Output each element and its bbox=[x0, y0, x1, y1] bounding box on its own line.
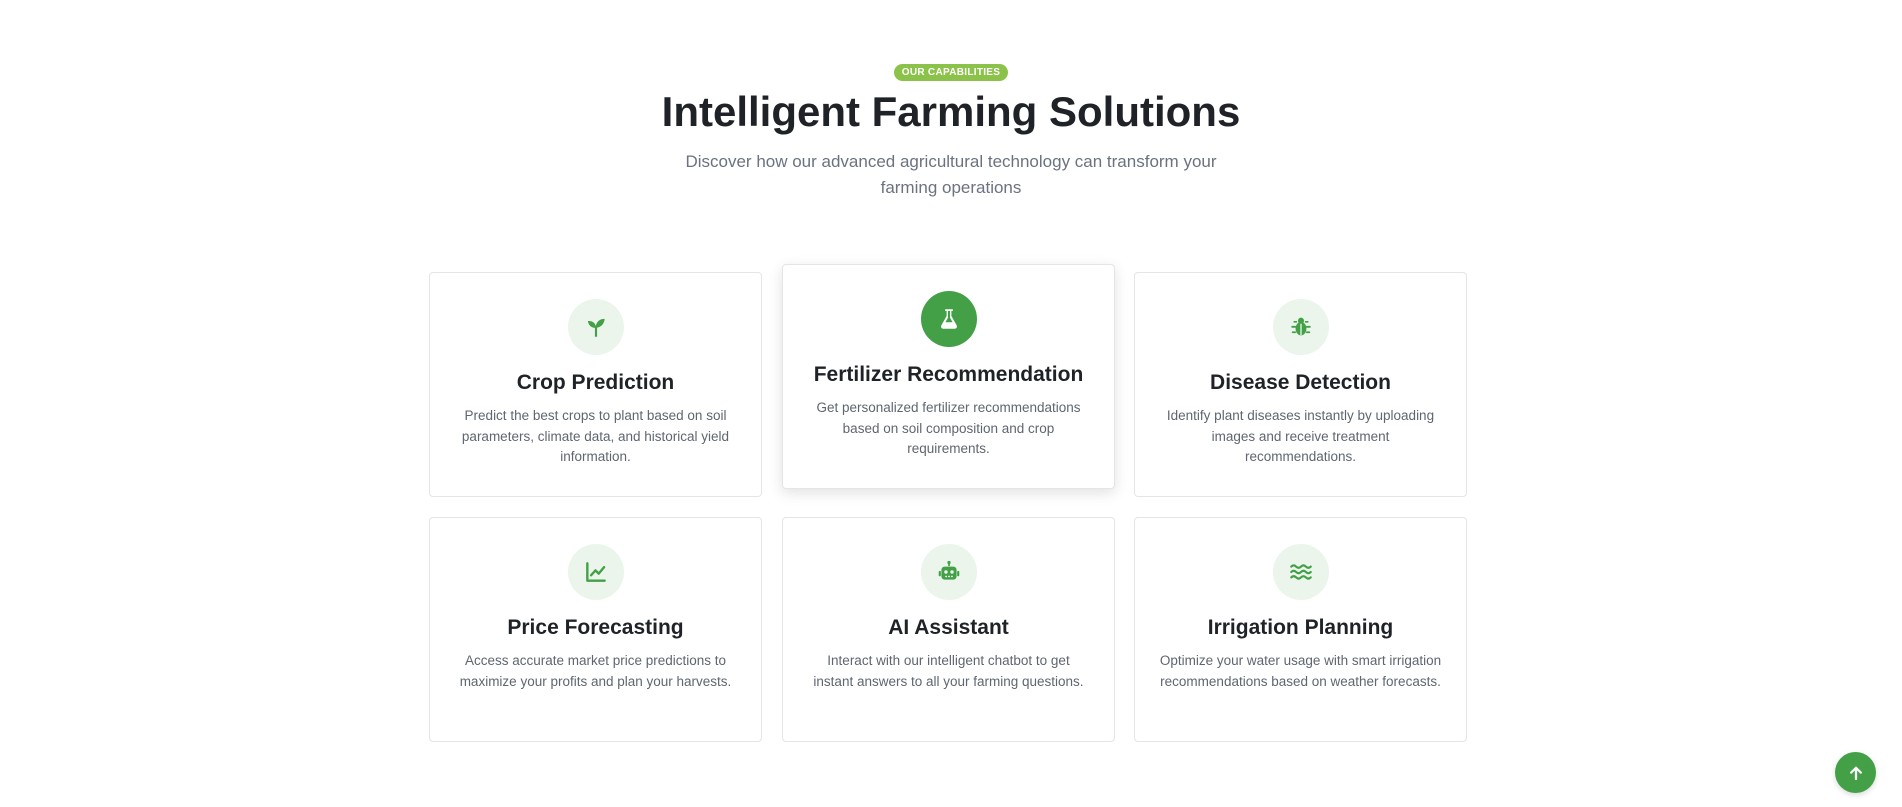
card-title: Fertilizer Recommendation bbox=[813, 363, 1084, 386]
card-description: Interact with our intelligent chatbot to… bbox=[813, 653, 1084, 689]
chart-line-icon bbox=[567, 544, 624, 600]
feature-card-fertilizer-recommendation[interactable]: Fertilizer Recommendation Get personaliz… bbox=[782, 264, 1115, 489]
robot-icon bbox=[920, 544, 977, 600]
feature-card-price-forecasting[interactable]: Price Forecasting Access accurate market… bbox=[429, 517, 762, 742]
water-icon bbox=[1272, 544, 1329, 600]
capabilities-section: OUR CAPABILITIES Intelligent Farming Sol… bbox=[0, 0, 1902, 807]
card-title: Irrigation Planning bbox=[1207, 616, 1394, 639]
section-subtitle: Discover how our advanced agricultural t… bbox=[685, 152, 1217, 197]
feature-card-crop-prediction[interactable]: Crop Prediction Predict the best crops t… bbox=[429, 272, 762, 497]
card-title: Price Forecasting bbox=[507, 616, 684, 639]
arrow-up-icon bbox=[1849, 766, 1862, 780]
back-to-top-button[interactable] bbox=[1835, 752, 1876, 793]
section-title: Intelligent Farming Solutions bbox=[661, 88, 1241, 135]
card-description: Predict the best crops to plant based on… bbox=[461, 408, 730, 464]
card-description: Optimize your water usage with smart irr… bbox=[1159, 653, 1442, 689]
feature-card-disease-detection[interactable]: Disease Detection Identify plant disease… bbox=[1134, 272, 1467, 497]
feature-card-irrigation-planning[interactable]: Irrigation Planning Optimize your water … bbox=[1134, 517, 1467, 742]
card-description: Identify plant diseases instantly by upl… bbox=[1166, 408, 1435, 464]
feature-card-ai-assistant[interactable]: AI Assistant Interact with our intellige… bbox=[782, 517, 1115, 742]
bug-icon bbox=[1272, 299, 1329, 355]
section-header: OUR CAPABILITIES Intelligent Farming Sol… bbox=[0, 62, 1902, 201]
card-description: Access accurate market price predictions… bbox=[459, 653, 732, 689]
card-title: Crop Prediction bbox=[516, 371, 675, 394]
card-title: AI Assistant bbox=[888, 616, 1009, 639]
section-badge: OUR CAPABILITIES bbox=[893, 64, 1009, 81]
seedling-icon bbox=[567, 299, 624, 355]
card-description: Get personalized fertilizer recommendati… bbox=[816, 400, 1081, 456]
flask-icon bbox=[920, 291, 977, 347]
card-title: Disease Detection bbox=[1210, 371, 1391, 394]
